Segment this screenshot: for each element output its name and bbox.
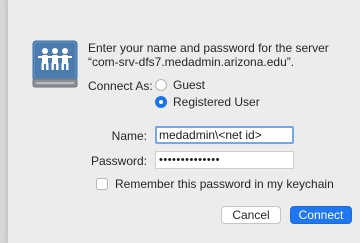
password-label: Password: [90,154,147,168]
name-label: Name: [111,129,147,143]
background-window-edge [0,0,7,243]
cancel-button[interactable]: Cancel [221,206,281,224]
registered-user-radio-button[interactable] [155,96,167,108]
name-input[interactable]: medadmin\<net id> [155,126,294,144]
guest-radio-button[interactable] [155,79,167,91]
network-server-users-icon [32,40,78,88]
connect-button[interactable]: Connect [290,206,352,224]
remember-password-checkbox[interactable] [96,178,108,190]
password-input[interactable]: •••••••••••••• [155,151,294,169]
connect-to-server-dialog: Enter your name and password for the ser… [7,0,360,243]
registered-user-radio-label: Registered User [173,95,260,109]
guest-radio-option[interactable]: Guest [155,77,205,93]
dialog-message: Enter your name and password for the ser… [88,41,329,69]
registered-user-radio-option[interactable]: Registered User [155,94,260,110]
remember-password-label: Remember this password in my keychain [115,177,334,191]
remember-password-option[interactable]: Remember this password in my keychain [96,177,334,191]
guest-radio-label: Guest [173,78,206,92]
connect-as-label: Connect As: [88,79,153,93]
